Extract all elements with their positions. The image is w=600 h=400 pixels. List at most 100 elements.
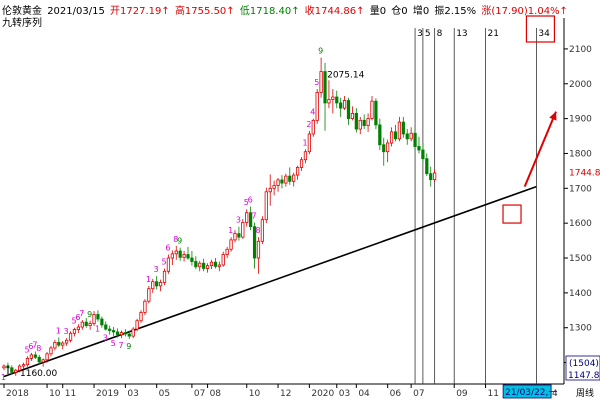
candle-body [170,253,174,259]
candle-body [405,133,409,140]
sequence-number: 1 [228,226,233,235]
candle-body [143,300,147,313]
sequence-number: 1 [56,326,61,335]
sequence-number: 3 [64,327,69,336]
candle-body [342,100,347,109]
candle-body [296,167,300,176]
candle-body [256,240,261,259]
candle-body [417,146,421,151]
sequence-number: 8 [36,344,41,353]
x-tick-label: 09 [456,389,468,399]
candle-body [209,261,214,267]
candle-body [190,257,194,262]
candle-body [96,314,100,320]
candle-body [147,288,151,302]
candle-body [346,100,351,120]
candle-body [429,173,433,181]
x-tick-label: 2018 [6,389,29,399]
candle-body [288,175,292,182]
candle-body [260,219,264,242]
forecast-arrow [523,111,557,187]
candle-body [131,328,135,337]
candle-body [241,222,245,238]
candle-body [80,321,84,328]
sequence-number: 7 [252,211,257,220]
candle-body [92,314,96,324]
candle-body [233,233,237,241]
sequence-number: 3 [236,216,241,225]
sequence-number: 8 [255,226,260,235]
candle-body [339,102,343,109]
sequence-number: 4 [310,108,315,117]
candlestick-chart[interactable]: 1200130014001500160017001800190020002100… [0,0,600,400]
candle-body [389,131,394,144]
candle-body [182,254,186,258]
candle-body [362,119,366,126]
sequence-number: 2 [306,120,311,129]
current-price-label: 1744.86 [569,169,600,179]
candle-body [127,333,131,337]
sequence-number: 9 [318,47,323,56]
sequence-number: 1 [302,138,307,147]
fib-time-label: 3 [417,29,423,39]
sequence-number: 9 [177,237,182,246]
candle-body [386,142,390,153]
y-tick-label: 1900 [569,115,592,125]
period-label: 周线 [576,387,594,399]
high-price-annotation: 2075.14 [327,71,364,81]
x-tick-label: 03 [339,389,350,399]
candle-body [68,332,73,341]
candle-body [229,239,233,250]
candle-body [393,131,398,140]
candle-body [409,132,413,140]
candle-body [162,270,167,283]
x-tick-label: 10 [249,389,261,399]
candle-body [327,99,331,104]
candle-body [72,329,77,334]
candle-body [323,71,327,104]
candle-body [37,356,41,363]
candle-body [237,233,241,238]
fib-time-label: 5 [425,29,431,39]
candle-body [378,124,382,146]
candle-body [382,144,386,153]
candle-body [366,118,370,126]
x-tick-label: 06 [390,389,402,399]
x-tick-label: 11 [65,389,76,399]
highlight-box-sequence [502,204,522,224]
candle-body [155,281,159,287]
candle-body [284,175,288,184]
candle-body [123,332,127,335]
candle-body [29,354,34,359]
sequence-number: 6 [248,195,253,204]
candle-body [374,100,378,126]
candle-body [292,174,296,182]
candle-body [2,365,6,369]
sequence-number: 5 [162,257,167,266]
sequence-number: 3 [154,265,159,274]
candle-body [358,119,362,130]
candle-body [264,191,268,221]
y-tick-label: 1500 [569,254,592,264]
candle-body [158,282,163,287]
y-tick-label: 1400 [569,289,592,299]
candle-body [65,339,69,344]
candle-body [221,254,225,266]
y-tick-label: 1600 [569,219,592,229]
x-tick-label: 03 [127,389,138,399]
candle-body [194,261,198,268]
candle-body [425,158,429,175]
candle-body [115,331,120,336]
y-tick-label: 1800 [569,149,592,159]
cursor-volume-label: (1504) [569,359,599,369]
candle-body [14,369,18,373]
sequence-number: 7 [79,309,84,318]
y-tick-label: 1700 [569,184,592,194]
x-tick-label: 11 [488,389,499,399]
x-tick-label: 07 [413,389,424,399]
candle-body [10,367,14,373]
sequence-number: 6 [165,244,170,253]
x-tick-label: 08 [210,389,222,399]
sequence-number: 1 [1,373,6,382]
candle-body [413,132,417,147]
